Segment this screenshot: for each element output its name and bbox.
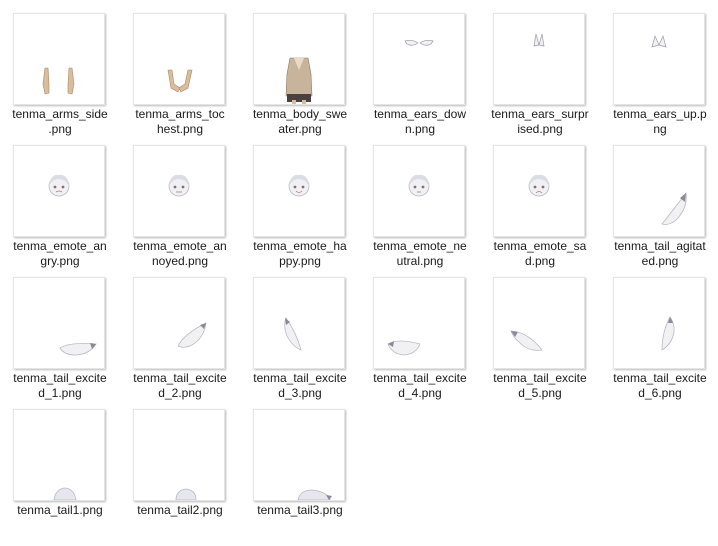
file-item[interactable]: tenma_emote_sa d.png [480, 132, 600, 268]
file-item[interactable]: tenma_ears_surpr ised.png [480, 0, 600, 136]
body-sweater-thumbnail [253, 13, 345, 105]
ears-down-thumbnail [373, 13, 465, 105]
tail-thumbnail [253, 277, 345, 369]
emote-face-thumbnail [493, 145, 585, 237]
file-item[interactable]: tenma_tail_excite d_1.png [0, 264, 120, 400]
file-name: tenma_tail2.png [137, 503, 223, 517]
file-name: tenma_tail_excite d_5.png [493, 371, 587, 400]
file-item[interactable]: tenma_tail2.png [120, 396, 240, 526]
file-item[interactable]: tenma_emote_ne utral.png [360, 132, 480, 268]
file-name: tenma_tail_excite d_4.png [373, 371, 467, 400]
emote-face-thumbnail [373, 145, 465, 237]
emote-face-thumbnail [133, 145, 225, 237]
arms-tochest-thumbnail [133, 13, 225, 105]
file-item[interactable]: tenma_arms_toc hest.png [120, 0, 240, 136]
tail-thumbnail [493, 277, 585, 369]
file-item[interactable]: tenma_ears_dow n.png [360, 0, 480, 136]
file-item[interactable]: tenma_tail3.png [240, 396, 360, 526]
tail-thumbnail [13, 409, 105, 501]
file-item[interactable]: tenma_tail1.png [0, 396, 120, 526]
file-item[interactable]: tenma_ears_up.p ng [600, 0, 718, 136]
tail-thumbnail [13, 277, 105, 369]
file-item[interactable]: tenma_arms_side .png [0, 0, 120, 136]
ears-up-thumbnail [613, 13, 705, 105]
file-item[interactable]: tenma_tail_agitat ed.png [600, 132, 718, 268]
file-name: tenma_tail_excite d_6.png [613, 371, 707, 400]
ears-surprised-thumbnail [493, 13, 585, 105]
tail-thumbnail [133, 409, 225, 501]
tail-thumbnail [613, 277, 705, 369]
file-item[interactable]: tenma_tail_excite d_3.png [240, 264, 360, 400]
file-item[interactable]: tenma_tail_excite d_4.png [360, 264, 480, 400]
file-grid: tenma_arms_side .png tenma_arms_toc hest.p… [0, 0, 718, 546]
file-item[interactable]: tenma_emote_an gry.png [0, 132, 120, 268]
tail-thumbnail [133, 277, 225, 369]
file-name: tenma_tail1.png [17, 503, 103, 517]
file-item[interactable]: tenma_tail_excite d_2.png [120, 264, 240, 400]
file-item[interactable]: tenma_emote_ha ppy.png [240, 132, 360, 268]
tail-thumbnail [373, 277, 465, 369]
emote-face-thumbnail [253, 145, 345, 237]
file-name: tenma_tail3.png [257, 503, 343, 517]
emote-face-thumbnail [13, 145, 105, 237]
file-item[interactable]: tenma_emote_an noyed.png [120, 132, 240, 268]
arms-side-thumbnail [13, 13, 105, 105]
file-item[interactable]: tenma_tail_excite d_5.png [480, 264, 600, 400]
tail-thumbnail [253, 409, 345, 501]
file-item[interactable]: tenma_tail_excite d_6.png [600, 264, 718, 400]
tail-thumbnail [613, 145, 705, 237]
file-item[interactable]: tenma_body_swe ater.png [240, 0, 360, 136]
